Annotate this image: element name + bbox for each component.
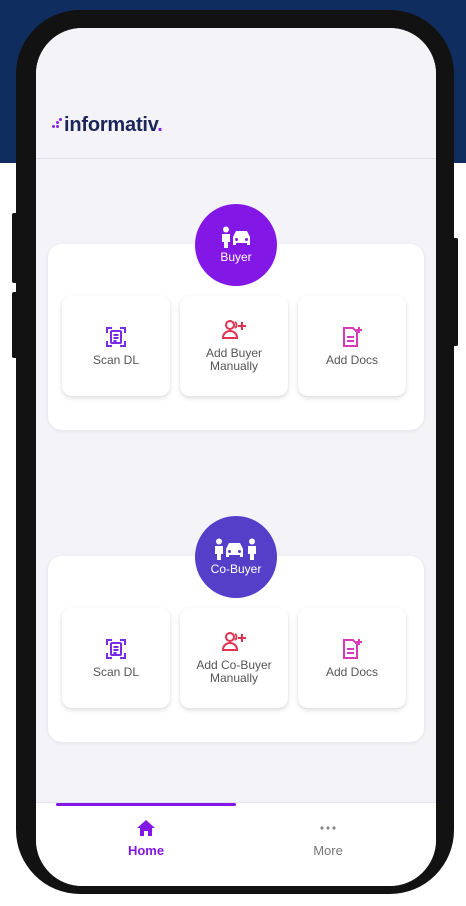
home-icon (137, 820, 155, 836)
add-document-icon (343, 326, 362, 347)
logo-period: . (157, 114, 163, 136)
scan-dl-button[interactable]: Scan DL (62, 296, 170, 396)
phone-screen: informativ. Scan DL Add Buyer Manually A… (36, 28, 436, 886)
card-label: Scan DL (92, 352, 140, 367)
add-document-icon (343, 638, 362, 659)
add-docs-button[interactable]: Add Docs (298, 608, 406, 708)
scan-dl-button[interactable]: Scan DL (62, 608, 170, 708)
add-cobuyer-manually-button[interactable]: Add Co-Buyer Manually (180, 608, 288, 708)
add-user-icon (221, 320, 246, 339)
card-label: Add Co-Buyer Manually (196, 658, 272, 685)
cobuyer-badge-label: Co-Buyer (210, 562, 262, 576)
persons-car-icon (215, 538, 256, 560)
nav-home-tab[interactable]: Home (86, 819, 206, 858)
card-label: Add Buyer Manually (205, 346, 263, 373)
buyer-badge-label: Buyer (220, 250, 252, 264)
scan-document-icon (106, 638, 126, 659)
cobuyer-badge: Co-Buyer (195, 516, 277, 598)
active-tab-indicator (56, 803, 236, 806)
add-docs-button[interactable]: Add Docs (298, 296, 406, 396)
card-label: Add Docs (325, 664, 379, 679)
phone-side-button (12, 213, 18, 283)
card-label: Scan DL (92, 664, 140, 679)
nav-more-label: More (313, 843, 343, 858)
add-user-icon (221, 632, 246, 651)
informativ-logo: informativ. (52, 114, 163, 137)
scan-document-icon (106, 326, 126, 347)
card-label: Add Docs (325, 352, 379, 367)
nav-home-label: Home (127, 843, 165, 858)
person-car-icon (222, 226, 250, 248)
buyer-badge: Buyer (195, 204, 277, 286)
add-buyer-manually-button[interactable]: Add Buyer Manually (180, 296, 288, 396)
phone-side-button (452, 238, 458, 346)
logo-text: informativ (64, 114, 158, 136)
bottom-nav: Home More (36, 802, 436, 886)
logo-dots-icon (52, 117, 62, 133)
more-dots-icon (320, 826, 336, 830)
nav-more-tab[interactable]: More (268, 819, 388, 858)
phone-side-button (12, 292, 18, 358)
app-header: informativ. (36, 28, 436, 159)
